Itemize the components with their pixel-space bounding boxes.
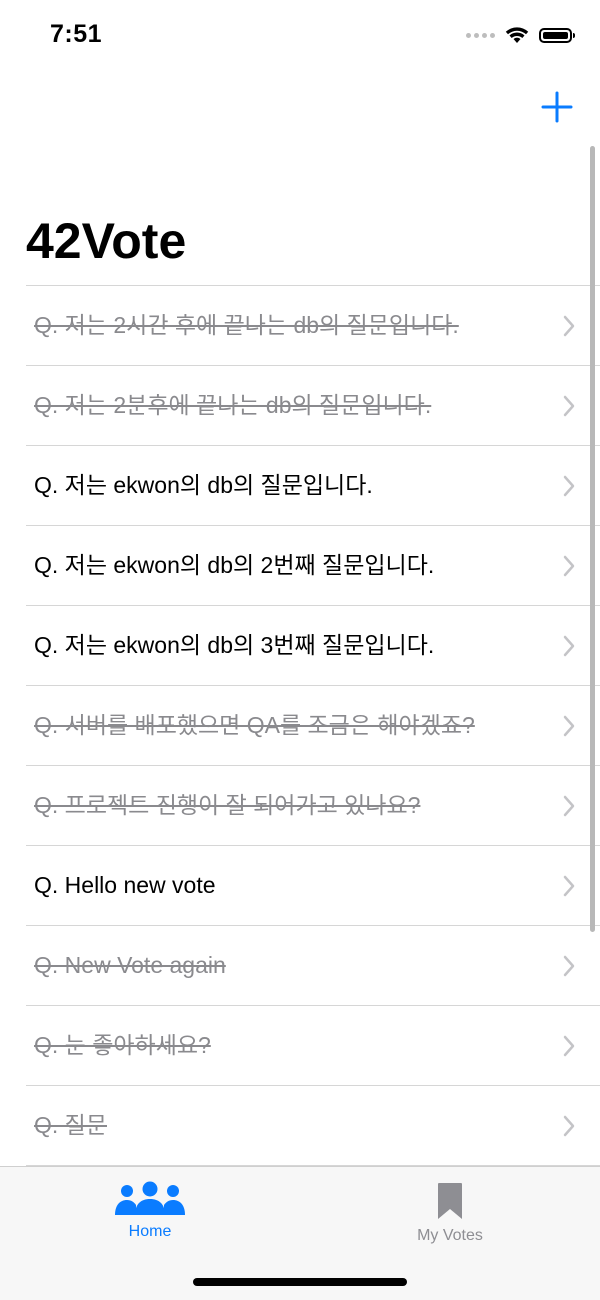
tab-home[interactable]: Home [0,1175,300,1255]
vote-question: Q. 저는 ekwon의 db의 질문입니다. [34,472,373,498]
wifi-icon [505,27,529,43]
status-icons [466,26,575,44]
scroll-indicator[interactable] [590,146,595,932]
chevron-right-icon [563,315,575,337]
chevron-right-icon [563,715,575,737]
vote-row[interactable]: Q. 저는 2시간 후에 끝나는 db의 질문입니다. [26,286,600,366]
vote-row[interactable]: Q. 서버를 배포했으면 QA를 조금은 해야겠죠? [26,686,600,766]
vote-question: Q. 저는 ekwon의 db의 2번째 질문입니다. [34,552,435,578]
vote-row[interactable]: Q. 눈 좋아하세요? [26,1006,600,1086]
chevron-right-icon [563,1035,575,1057]
vote-row[interactable]: Q. 저는 ekwon의 db의 2번째 질문입니다. [26,526,600,606]
vote-question: Q. 프로젝트 진행이 잘 되어가고 있나요? [34,792,421,818]
tab-home-label: Home [128,1223,172,1240]
vote-question: Q. 저는 ekwon의 db의 3번째 질문입니다. [34,632,435,658]
battery-icon [539,27,575,43]
tab-my-votes-label: My Votes [417,1227,483,1244]
vote-question: Q. 눈 좋아하세요? [34,1032,211,1058]
people-icon [115,1181,185,1215]
tab-my-votes[interactable]: My Votes [300,1175,600,1255]
vote-row[interactable]: Q. 프로젝트 진행이 잘 되어가고 있나요? [26,766,600,846]
home-indicator [193,1278,407,1286]
vote-question: Q. 서버를 배포했으면 QA를 조금은 해야겠죠? [34,712,475,738]
vote-row[interactable]: Q. 저는 ekwon의 db의 3번째 질문입니다. [26,606,600,686]
chevron-right-icon [563,395,575,417]
chevron-right-icon [563,475,575,497]
vote-list: Q. 저는 2시간 후에 끝나는 db의 질문입니다. Q. 저는 2분후에 끝… [26,285,600,1166]
chevron-right-icon [563,875,575,897]
chevron-right-icon [563,555,575,577]
bookmark-icon [438,1183,462,1219]
vote-row[interactable]: Q. New Vote again [26,926,600,1006]
vote-question: Q. New Vote again [34,952,226,978]
vote-row[interactable]: Q. Hello new vote [26,846,600,926]
chevron-right-icon [563,955,575,977]
vote-question: Q. 질문 [34,1112,107,1138]
vote-question: Q. 저는 2분후에 끝나는 db의 질문입니다. [34,392,432,418]
chevron-right-icon [563,795,575,817]
vote-question: Q. 저는 2시간 후에 끝나는 db의 질문입니다. [34,312,459,338]
vote-row[interactable]: Q. 저는 2분후에 끝나는 db의 질문입니다. [26,366,600,446]
chevron-right-icon [563,635,575,657]
status-time: 7:51 [50,20,103,48]
vote-question: Q. Hello new vote [34,872,216,898]
vote-row[interactable]: Q. 저는 ekwon의 db의 질문입니다. [26,446,600,526]
chevron-right-icon [563,1115,575,1137]
page-title: 42Vote [26,213,187,269]
add-vote-button[interactable] [540,90,574,124]
status-bar: 7:51 [0,0,600,72]
cellular-signal-icon [466,32,495,38]
vote-row[interactable]: Q. 질문 [26,1086,600,1166]
